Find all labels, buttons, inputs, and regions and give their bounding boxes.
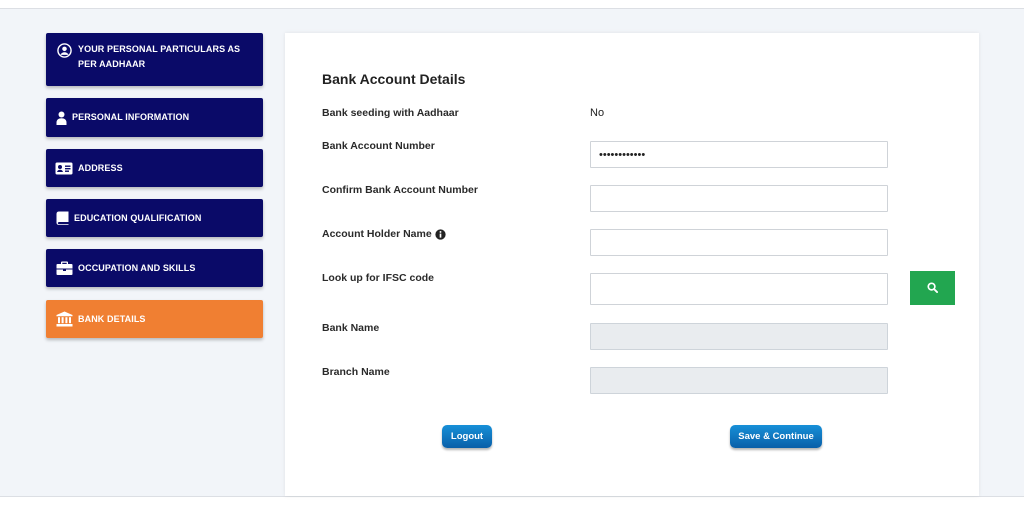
sidebar-item-label: PERSONAL INFORMATION (72, 112, 190, 122)
id-card-icon (55, 160, 73, 176)
sidebar-item-occupation-and-skills[interactable]: OCCUPATION AND SKILLS (46, 249, 263, 287)
sidebar-item-label: EDUCATION QUALIFICATION (74, 212, 202, 223)
briefcase-icon (55, 260, 73, 276)
page-title: Bank Account Details (322, 71, 466, 87)
branch-name-label: Branch Name (322, 366, 390, 378)
bank-name-label: Bank Name (322, 322, 380, 334)
seeding-value: No (590, 107, 605, 119)
info-icon[interactable] (435, 228, 446, 240)
person-icon (55, 110, 67, 126)
confirm-account-number-input[interactable] (590, 185, 888, 212)
sidebar-item-label: YOUR PERSONAL PARTICULARS AS PER AADHAAR (78, 44, 241, 69)
sidebar-item-education-qualification[interactable]: EDUCATION QUALIFICATION (46, 199, 263, 237)
book-icon (55, 210, 69, 226)
bank-details-card: Bank Account Details Bank seeding with A… (285, 33, 979, 496)
logout-button[interactable]: Logout (442, 425, 492, 448)
bank-name-input (590, 323, 888, 350)
sidebar-item-personal-information[interactable]: PERSONAL INFORMATION (46, 98, 263, 137)
save-continue-button[interactable]: Save & Continue (730, 425, 822, 448)
ifsc-lookup-label: Look up for IFSC code (322, 272, 434, 284)
sidebar-item-label: ADDRESS (78, 162, 123, 173)
holder-name-label: Account Holder Name (322, 228, 432, 240)
ifsc-lookup-input[interactable] (590, 273, 888, 305)
holder-name-input[interactable] (590, 229, 888, 256)
sidebar-item-address[interactable]: ADDRESS (46, 149, 263, 187)
holder-name-label-row: Account Holder Name (322, 228, 446, 240)
sidebar-item-aadhaar-particulars[interactable]: YOUR PERSONAL PARTICULARS AS PER AADHAAR (46, 33, 263, 86)
bank-icon (55, 311, 73, 327)
ifsc-search-button[interactable] (910, 271, 955, 305)
confirm-account-number-label: Confirm Bank Account Number (322, 184, 478, 196)
search-icon (927, 281, 938, 296)
bottom-divider (0, 496, 1024, 505)
account-number-input[interactable] (590, 141, 888, 168)
sidebar-item-bank-details[interactable]: BANK DETAILS (46, 300, 263, 338)
branch-name-input (590, 367, 888, 394)
account-number-label: Bank Account Number (322, 140, 435, 152)
user-circle-icon (55, 42, 73, 58)
seeding-label: Bank seeding with Aadhaar (322, 107, 459, 119)
sidebar-item-label: BANK DETAILS (78, 313, 146, 324)
sidebar-item-label: OCCUPATION AND SKILLS (78, 262, 196, 273)
